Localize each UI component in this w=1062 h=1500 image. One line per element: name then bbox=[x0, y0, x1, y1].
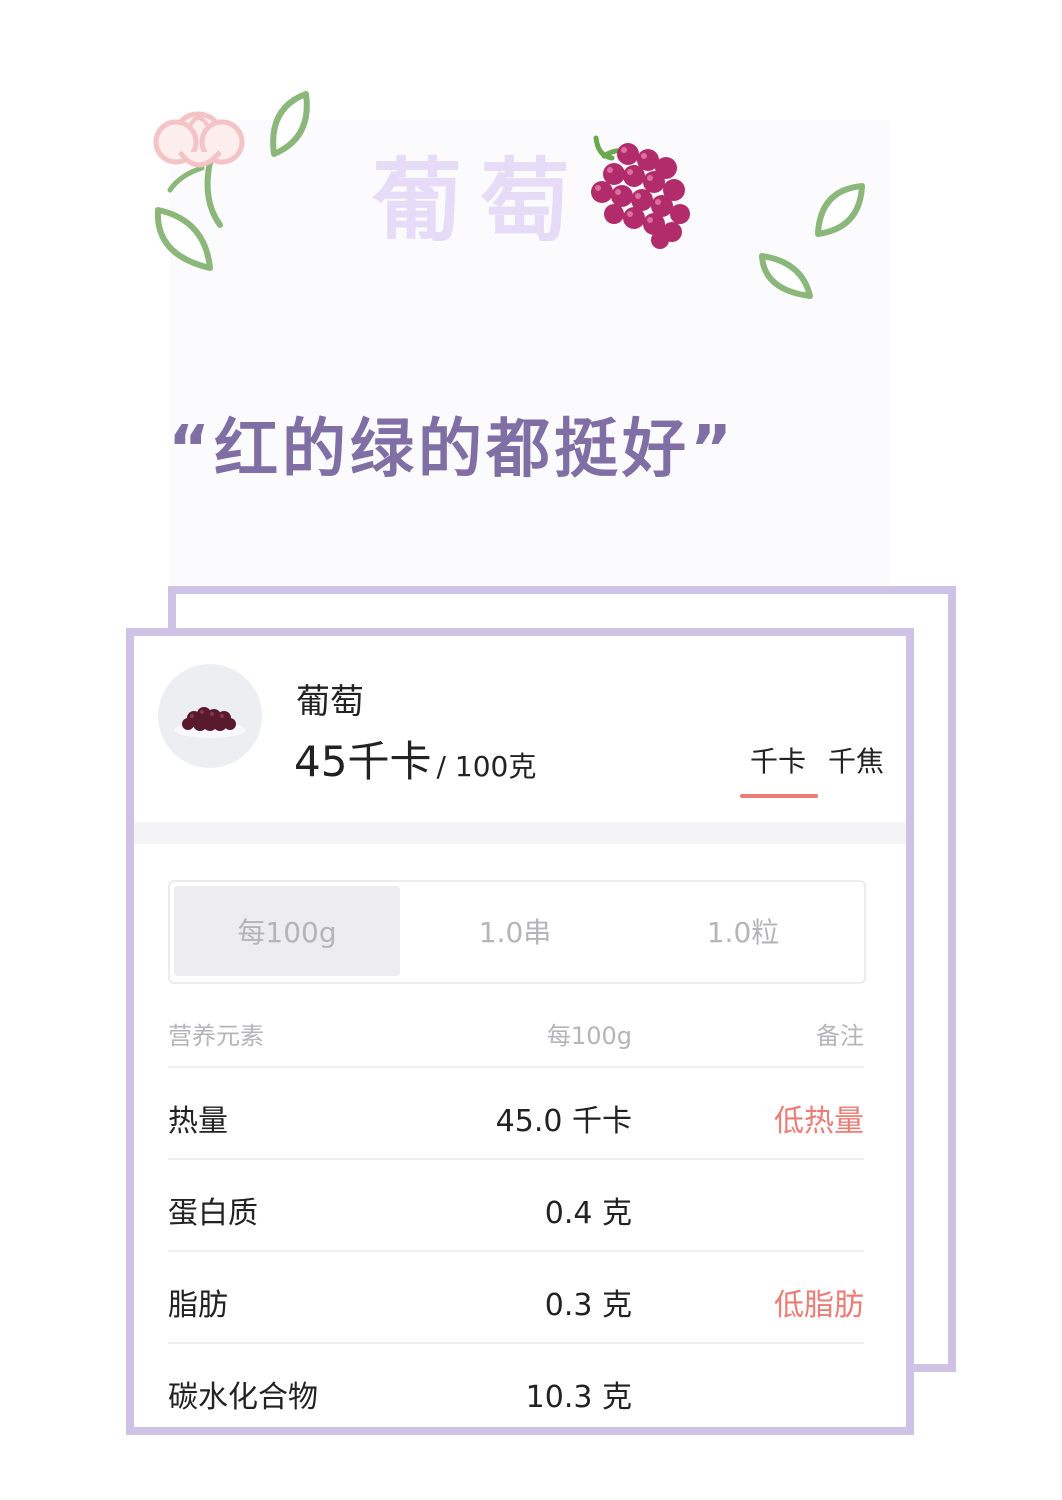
nutrient-value: 45.0 千卡 bbox=[495, 1104, 632, 1139]
table-row: 热量 45.0 千卡 低热量 bbox=[168, 1068, 864, 1160]
serving-option-piece[interactable]: 1.0粒 bbox=[630, 886, 856, 976]
page-title: 葡萄 bbox=[372, 149, 588, 254]
quote-text: “红的绿的都挺好” bbox=[168, 413, 737, 487]
calorie-per: / 100克 bbox=[436, 750, 537, 783]
calorie-line: 45千卡 / 100克 bbox=[294, 728, 536, 789]
calorie-value: 45千卡 bbox=[294, 737, 432, 786]
header-note: 备注 bbox=[816, 1022, 864, 1050]
active-tab-indicator bbox=[740, 794, 818, 798]
header-nutrient: 营养元素 bbox=[168, 1022, 264, 1050]
nutrient-name: 碳水化合物 bbox=[168, 1380, 318, 1415]
food-header: 葡萄 45千卡 / 100克 千卡 千焦 bbox=[134, 636, 906, 822]
grape-icon bbox=[591, 135, 690, 249]
leaf-icon bbox=[759, 253, 813, 299]
serving-option-100g[interactable]: 每100g bbox=[174, 886, 400, 976]
nutrient-name: 热量 bbox=[168, 1104, 228, 1139]
serving-selector: 每100g 1.0串 1.0粒 bbox=[168, 880, 866, 984]
nutrition-card: 葡萄 45千卡 / 100克 千卡 千焦 每100g 1.0串 1.0粒 营养元… bbox=[126, 628, 914, 1435]
nutrition-table: 营养元素 每100g 备注 热量 45.0 千卡 低热量 蛋白质 0.4 克 脂… bbox=[168, 1002, 864, 1427]
tab-kcal[interactable]: 千卡 bbox=[750, 740, 806, 780]
nutrient-name: 脂肪 bbox=[168, 1288, 228, 1323]
serving-option-bunch[interactable]: 1.0串 bbox=[402, 886, 628, 976]
nutrient-name: 蛋白质 bbox=[168, 1196, 258, 1231]
table-row: 脂肪 0.3 克 低脂肪 bbox=[168, 1252, 864, 1344]
tab-kj[interactable]: 千焦 bbox=[828, 740, 884, 780]
nutrient-note: 低热量 bbox=[774, 1104, 864, 1139]
table-row: 碳水化合物 10.3 克 bbox=[168, 1344, 864, 1427]
food-image bbox=[158, 664, 262, 768]
leaf-icon bbox=[270, 91, 310, 157]
section-divider bbox=[134, 822, 906, 844]
nutrient-value: 0.3 克 bbox=[544, 1288, 632, 1323]
nutrient-note: 低脂肪 bbox=[774, 1288, 864, 1323]
table-header: 营养元素 每100g 备注 bbox=[168, 1002, 864, 1068]
food-name: 葡萄 bbox=[296, 682, 364, 722]
header-per-100g: 每100g bbox=[546, 1022, 632, 1050]
leaf-icon bbox=[815, 183, 865, 237]
leaf-icon bbox=[154, 207, 213, 271]
nutrient-value: 0.4 克 bbox=[544, 1196, 632, 1231]
table-row: 蛋白质 0.4 克 bbox=[168, 1160, 864, 1252]
nutrient-value: 10.3 克 bbox=[525, 1380, 632, 1415]
